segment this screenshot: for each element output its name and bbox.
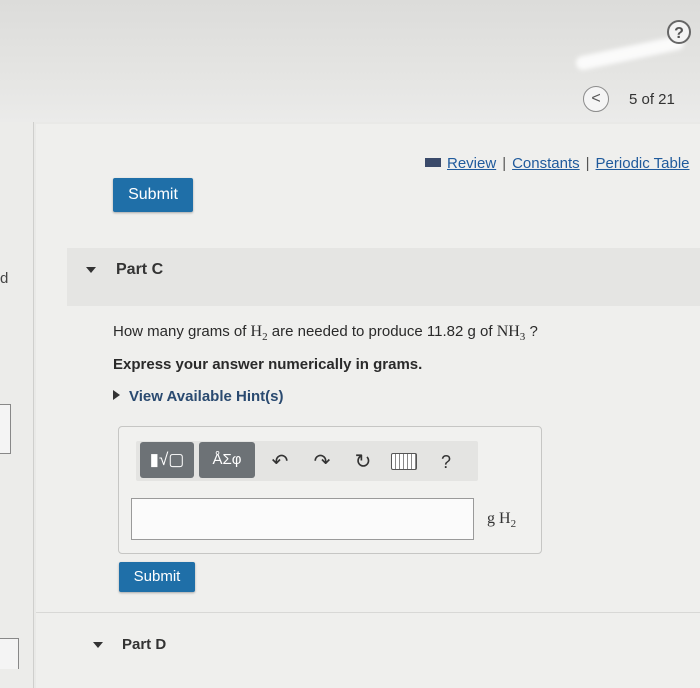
toolbar-help-icon[interactable]: ? — [433, 449, 459, 475]
part-d-title[interactable]: Part D — [122, 636, 166, 653]
symbols-icon[interactable]: ÅΣφ — [199, 442, 255, 478]
section-divider — [36, 612, 700, 613]
periodic-table-link[interactable]: Periodic Table — [596, 155, 690, 172]
unit-label: g H2 — [487, 510, 517, 531]
redo-icon[interactable]: ↷ — [309, 449, 335, 475]
hint-label: View Available Hint(s) — [129, 388, 284, 405]
view-hints-link[interactable]: View Available Hint(s) — [113, 388, 284, 405]
undo-icon[interactable]: ↶ — [267, 449, 293, 475]
keyboard-icon[interactable] — [391, 453, 417, 470]
part-b-submit-button[interactable]: Submit — [113, 178, 193, 212]
nh3-formula: NH3 — [496, 323, 526, 344]
answer-input[interactable] — [131, 498, 474, 540]
part-c-title: Part C — [116, 261, 164, 278]
separator: | — [502, 155, 507, 172]
separator: | — [585, 155, 590, 172]
page-counter: 5 of 21 — [629, 91, 675, 108]
expand-caret-icon[interactable] — [93, 642, 103, 648]
templates-icon[interactable]: ▮√▢ — [140, 442, 194, 478]
question-suffix: ? — [525, 323, 538, 340]
left-panel-box — [0, 404, 11, 454]
review-link[interactable]: Review — [447, 155, 496, 172]
expand-triangle-icon — [113, 390, 120, 400]
left-panel-box-lower — [0, 638, 19, 669]
question-middle: are needed to produce 11.82 g of — [267, 323, 497, 340]
collapse-caret-icon[interactable] — [86, 267, 96, 273]
question-text: How many grams of H2 are needed to produ… — [113, 323, 538, 343]
previous-item-button[interactable]: < — [583, 86, 609, 112]
h2-formula: H2 — [250, 323, 268, 344]
book-icon — [425, 158, 441, 167]
answer-instruction: Express your answer numerically in grams… — [113, 356, 423, 373]
resource-links: Review | Constants | Periodic Table — [425, 155, 690, 172]
part-c-submit-button[interactable]: Submit — [119, 562, 195, 592]
question-prefix: How many grams of — [113, 323, 251, 340]
constants-link[interactable]: Constants — [512, 155, 580, 172]
left-panel-text: d — [0, 270, 9, 287]
reset-icon[interactable]: ↻ — [350, 449, 376, 475]
help-icon[interactable]: ? — [667, 20, 691, 44]
